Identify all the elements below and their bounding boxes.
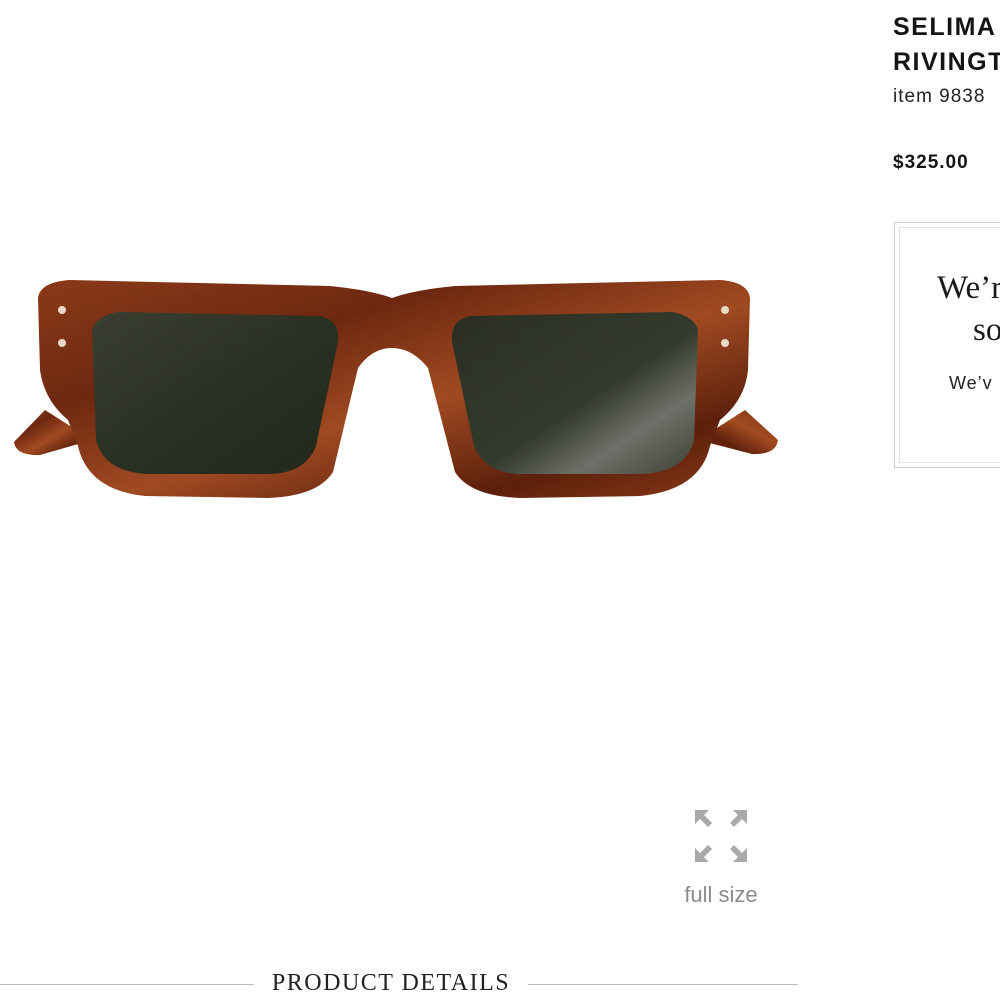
product-title: SELIMA RIVINGT — [893, 10, 1000, 80]
item-number: item 9838 — [893, 86, 986, 107]
expand-arrows-icon — [695, 810, 747, 862]
product-details-header: PRODUCT DETAILS — [0, 962, 800, 1000]
product-details-tab[interactable]: PRODUCT DETAILS — [254, 970, 528, 997]
notice-heading-line2: so — [973, 312, 1000, 348]
notice-body: We’v — [949, 373, 993, 393]
divider-right — [528, 984, 798, 985]
full-size-button[interactable]: full size — [680, 808, 762, 908]
full-size-label: full size — [684, 882, 758, 907]
product-info-panel: SELIMA RIVINGT item 9838 $325.00 We’r so… — [893, 0, 1000, 1000]
product-title-line2: RIVINGT — [893, 48, 1000, 76]
product-image — [0, 250, 790, 530]
sunglasses-illustration — [14, 280, 778, 498]
notice-heading: We’r so — [937, 267, 1000, 351]
product-title-line1: SELIMA — [893, 13, 997, 41]
availability-notice: We’r so We’v — [894, 222, 1000, 468]
divider-left — [0, 984, 254, 985]
notice-heading-line1: We’r — [937, 270, 1000, 306]
product-price: $325.00 — [893, 152, 969, 173]
